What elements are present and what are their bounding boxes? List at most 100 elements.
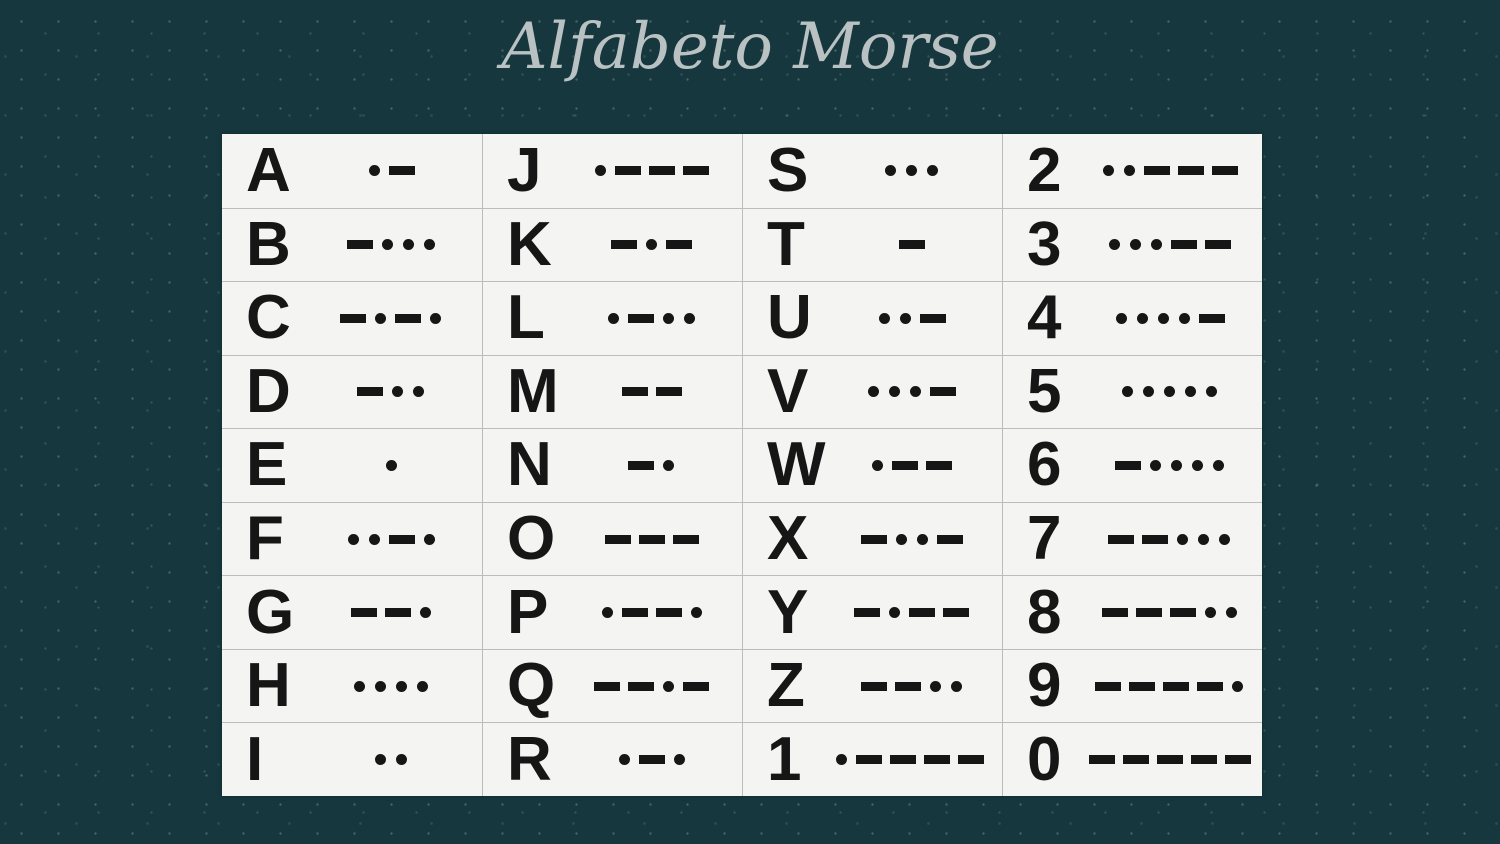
morse-code	[567, 385, 736, 399]
morse-dot	[895, 533, 907, 545]
morse-character: N	[507, 430, 552, 500]
morse-dash	[1171, 240, 1197, 250]
morse-dash	[1169, 608, 1196, 618]
morse-dot	[1232, 680, 1243, 692]
morse-code	[306, 311, 476, 325]
morse-character: G	[246, 577, 295, 647]
morse-dot	[663, 680, 674, 692]
morse-code	[306, 606, 476, 620]
morse-dot	[419, 607, 431, 619]
morse-dot	[1206, 386, 1217, 398]
page-title: Alfabeto Morse	[501, 10, 999, 84]
morse-character: M	[507, 356, 559, 426]
morse-dash	[621, 387, 648, 397]
morse-cell: Z	[743, 648, 1002, 723]
morse-character: I	[246, 724, 264, 794]
morse-character: S	[767, 135, 809, 205]
morse-character: U	[767, 283, 812, 353]
morse-cell: P	[483, 575, 742, 649]
morse-dot	[663, 459, 674, 471]
morse-character: 8	[1027, 577, 1062, 647]
morse-dot	[368, 533, 380, 545]
morse-code	[567, 606, 736, 620]
morse-code	[567, 458, 736, 472]
morse-character: F	[246, 504, 284, 574]
morse-dot	[690, 607, 702, 619]
morse-dash	[860, 681, 887, 691]
morse-character: D	[246, 356, 291, 426]
morse-dot	[889, 386, 900, 398]
morse-dash	[395, 313, 421, 323]
morse-character: V	[767, 356, 809, 426]
morse-dot	[1225, 607, 1237, 619]
morse-code	[1079, 753, 1260, 767]
morse-character: 6	[1027, 430, 1062, 500]
morse-dot	[381, 239, 393, 251]
morse-character: P	[507, 577, 549, 647]
morse-dot	[396, 680, 407, 692]
morse-dash	[384, 608, 411, 618]
morse-code	[306, 164, 476, 178]
morse-dash	[672, 534, 699, 544]
morse-dot	[1178, 312, 1190, 324]
morse-dot	[684, 312, 695, 324]
morse-dash	[894, 681, 921, 691]
morse-dash	[1211, 166, 1238, 176]
morse-dash	[628, 681, 654, 691]
morse-dot	[899, 312, 911, 324]
morse-dash	[621, 608, 648, 618]
morse-dash	[890, 755, 916, 765]
morse-dot	[595, 165, 606, 177]
morse-dash	[919, 313, 946, 323]
morse-dash	[628, 460, 654, 470]
morse-cell: X	[743, 501, 1002, 576]
morse-dash	[854, 608, 880, 618]
morse-dash	[856, 755, 882, 765]
morse-cell: F	[222, 501, 482, 576]
morse-character: Z	[767, 651, 805, 721]
morse-dot	[375, 754, 386, 766]
morse-dash	[388, 534, 415, 544]
morse-dot	[608, 312, 619, 324]
morse-dash	[683, 166, 709, 176]
morse-cell: B	[222, 207, 482, 282]
morse-dot	[1157, 312, 1169, 324]
morse-dot	[1123, 165, 1135, 177]
morse-dot	[950, 680, 962, 692]
morse-dash	[1108, 534, 1134, 544]
morse-code	[827, 238, 996, 252]
morse-dash	[1101, 608, 1128, 618]
morse-cell: R	[483, 722, 742, 796]
morse-dot	[413, 386, 424, 398]
morse-dash	[638, 755, 665, 765]
morse-dash	[936, 534, 963, 544]
morse-dot	[910, 386, 921, 398]
morse-dash	[1177, 166, 1204, 176]
morse-code	[306, 753, 476, 767]
morse-dash	[1156, 755, 1183, 765]
morse-cell: Y	[743, 575, 1002, 649]
morse-dash	[1114, 460, 1141, 470]
morse-dot	[423, 533, 435, 545]
morse-cell: Q	[483, 648, 742, 723]
morse-code	[1079, 606, 1260, 620]
morse-character: T	[767, 209, 805, 279]
morse-dot	[836, 754, 847, 766]
morse-dot	[396, 754, 407, 766]
morse-cell: I	[222, 722, 482, 796]
morse-code	[567, 238, 736, 252]
morse-code	[567, 164, 736, 178]
morse-dot	[1177, 533, 1188, 545]
morse-code	[827, 532, 996, 546]
morse-cell: K	[483, 207, 742, 282]
morse-cell: N	[483, 428, 742, 502]
morse-dash	[1129, 681, 1155, 691]
morse-cell: E	[222, 428, 482, 502]
morse-character: 0	[1027, 724, 1062, 794]
morse-code	[567, 532, 736, 546]
morse-dot	[868, 386, 879, 398]
morse-character: H	[246, 651, 291, 721]
morse-code	[827, 385, 996, 399]
morse-dot	[1185, 386, 1196, 398]
morse-cell: O	[483, 501, 742, 576]
